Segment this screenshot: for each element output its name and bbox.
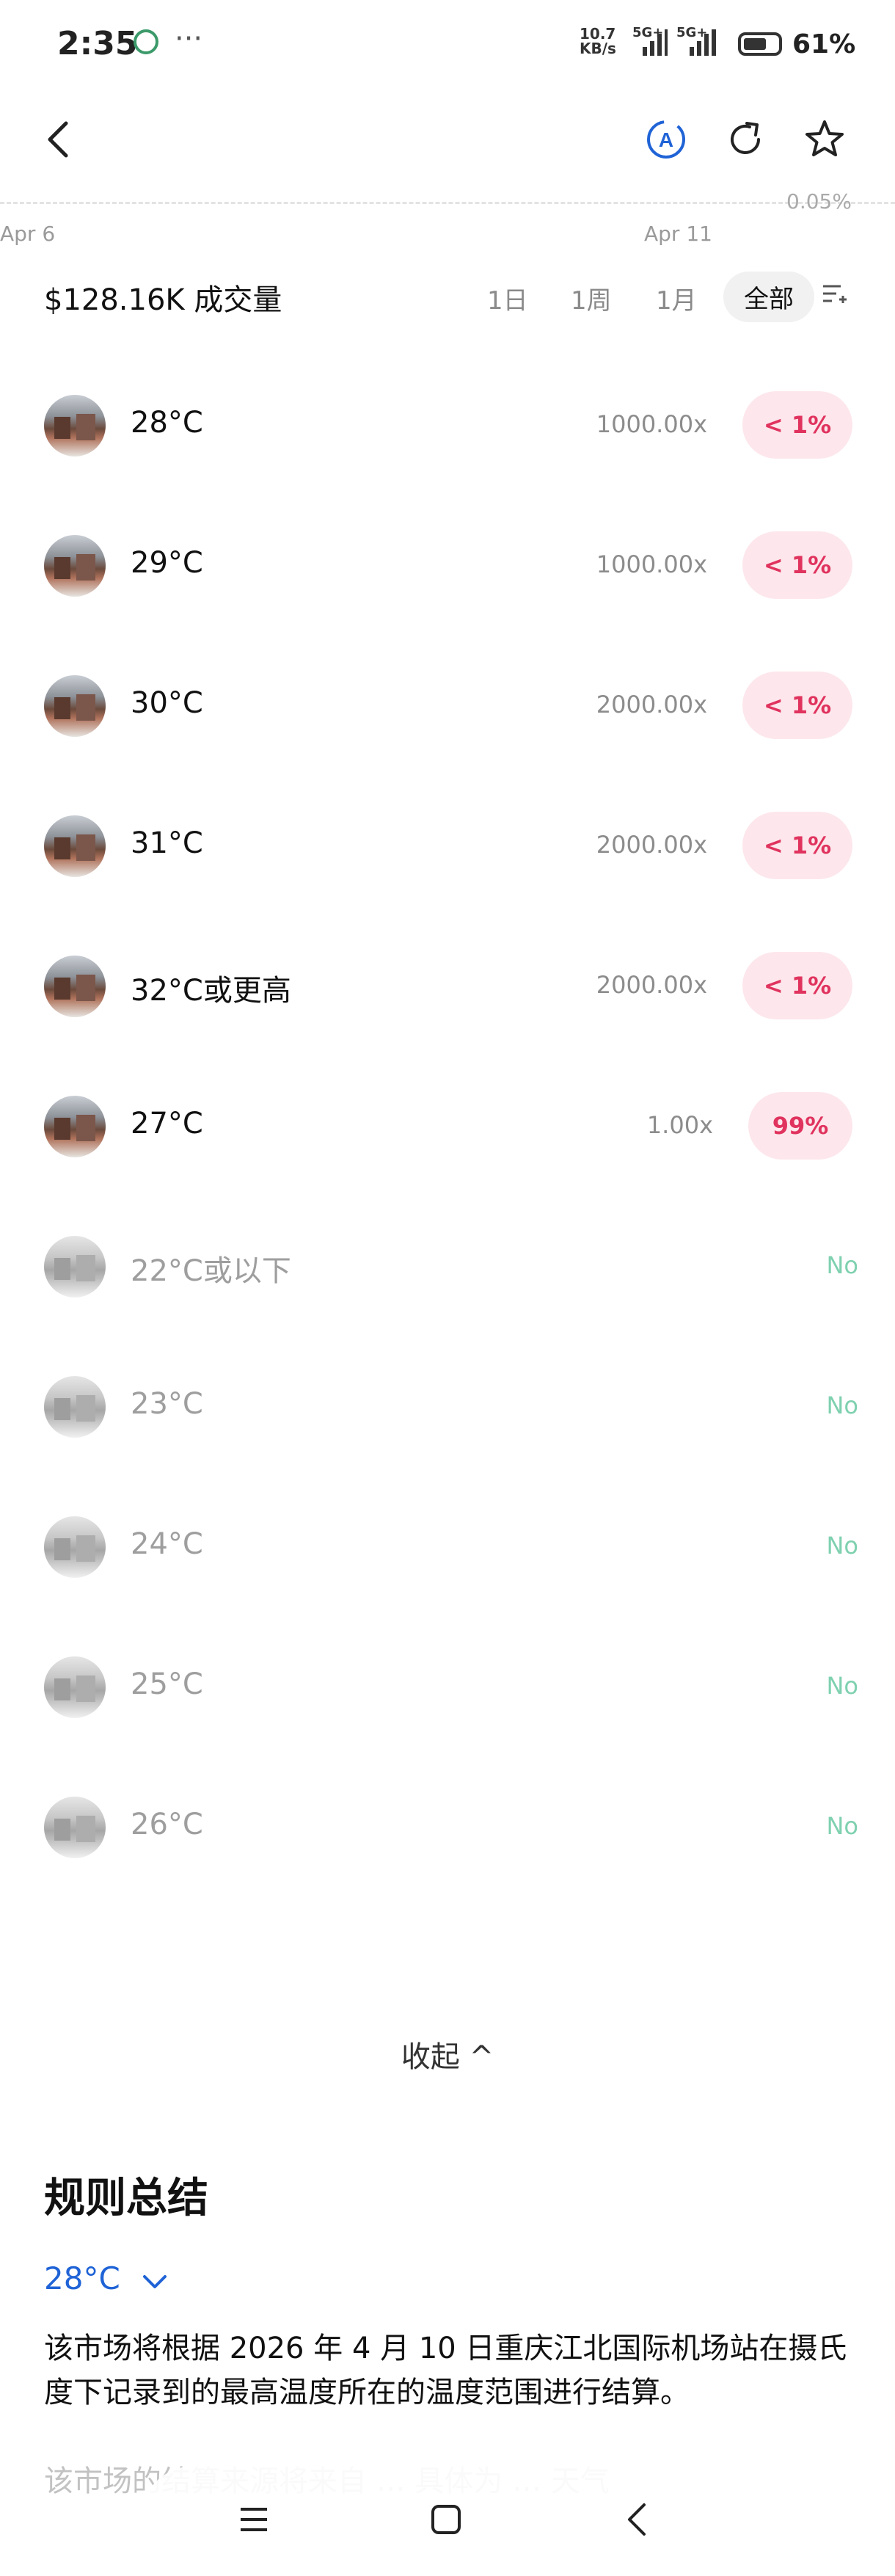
back-nav-icon[interactable]	[618, 2499, 659, 2540]
rules-title: 规则总结	[44, 2175, 208, 2222]
signal-icon	[643, 29, 668, 56]
tab-all[interactable]: 全部	[723, 272, 814, 322]
outcome-avatar	[44, 535, 106, 597]
rules-text: 该市场将根据 2026 年 4 月 10 日重庆江北国际机场站在摄氏度下记录到的…	[44, 2332, 847, 2409]
outcome-result: No	[826, 1251, 858, 1279]
outcome-result: No	[826, 1812, 858, 1840]
outcome-result: No	[826, 1391, 858, 1419]
chevron-down-icon	[143, 2274, 167, 2288]
network-speed: 10.7 KB/s	[580, 26, 616, 56]
outcome-chance-button[interactable]: < 1%	[742, 531, 852, 599]
battery-percent: 61%	[792, 29, 856, 59]
svg-text:A: A	[659, 128, 673, 151]
rules-selected-outcome: 28°C	[44, 2260, 120, 2296]
outcome-result: No	[826, 1672, 858, 1700]
outcome-label: 22°C或以下	[131, 1254, 291, 1288]
outcome-avatar	[44, 675, 106, 737]
filter-icon[interactable]	[822, 280, 848, 307]
outcome-multiplier: 1000.00x	[596, 550, 707, 578]
outcome-row[interactable]: 30°C 2000.00x < 1%	[0, 636, 895, 776]
outcome-avatar	[44, 1516, 106, 1578]
outcome-row[interactable]: 23°C No	[0, 1337, 895, 1477]
outcome-label: 26°C	[131, 1808, 203, 1841]
rules-outcome-select[interactable]: 28°C	[44, 2260, 169, 2296]
outcome-multiplier: 1000.00x	[596, 410, 707, 438]
outcome-avatar	[44, 1376, 106, 1438]
outcome-avatar	[44, 1656, 106, 1718]
translate-icon[interactable]: A	[644, 117, 688, 161]
outcome-avatar	[44, 1236, 106, 1298]
outcome-row[interactable]: 27°C 1.00x 99%	[0, 1057, 895, 1196]
tab-1m[interactable]: 1月	[656, 280, 697, 316]
outcome-label: 27°C	[131, 1107, 203, 1140]
outcome-chance-button[interactable]: < 1%	[742, 952, 852, 1019]
outcome-multiplier: 1.00x	[646, 1111, 713, 1139]
outcome-avatar	[44, 1096, 106, 1157]
collapse-button[interactable]: 收起 ^	[0, 2033, 895, 2075]
outcome-avatar	[44, 1797, 106, 1858]
chart-reference-line	[0, 202, 895, 204]
outcome-chance-button[interactable]: 99%	[748, 1092, 852, 1160]
outcome-row[interactable]: 22°C或以下 No	[0, 1197, 895, 1336]
tab-1w[interactable]: 1周	[571, 280, 612, 316]
outcome-row[interactable]: 29°C 1000.00x < 1%	[0, 496, 895, 636]
outcome-label: 29°C	[131, 546, 203, 580]
status-time: 2:35	[57, 25, 138, 62]
outcome-label: 24°C	[131, 1527, 203, 1561]
outcome-multiplier: 2000.00x	[596, 691, 707, 718]
chart-date-start: Apr 6	[0, 222, 56, 246]
outcome-row[interactable]: 32°C或更高 2000.00x < 1%	[0, 917, 895, 1056]
outcome-avatar	[44, 815, 106, 877]
tab-1d[interactable]: 1日	[487, 280, 528, 316]
outcome-chance-button[interactable]: < 1%	[742, 672, 852, 739]
volume-label: $128.16K 成交量	[44, 283, 282, 317]
status-bar: 2:35 ··· 10.7 KB/s 5G+ 5G+ 61%	[0, 0, 895, 88]
outcome-label: 30°C	[131, 686, 203, 720]
outcome-chance-button[interactable]: < 1%	[742, 812, 852, 879]
app-notification-icon	[134, 29, 158, 54]
speed-value: 10.7	[580, 25, 616, 43]
outcome-row[interactable]: 24°C No	[0, 1477, 895, 1617]
speed-unit: KB/s	[580, 40, 616, 57]
more-notifications-icon: ···	[175, 22, 203, 56]
chart-date-end: Apr 11	[644, 222, 712, 246]
outcome-label: 25°C	[131, 1667, 203, 1701]
back-icon[interactable]	[43, 117, 75, 161]
star-icon[interactable]	[803, 117, 847, 161]
outcome-label: 23°C	[131, 1387, 203, 1421]
chart-axis-label: 0.05%	[786, 189, 852, 214]
outcome-row[interactable]: 26°C No	[0, 1758, 895, 1897]
battery-icon	[738, 32, 782, 56]
outcome-result: No	[826, 1532, 858, 1560]
outcome-avatar	[44, 395, 106, 456]
outcome-row[interactable]: 31°C 2000.00x < 1%	[0, 776, 895, 916]
outcome-multiplier: 2000.00x	[596, 831, 707, 859]
outcome-label: 31°C	[131, 826, 203, 860]
outcome-row[interactable]: 25°C No	[0, 1618, 895, 1757]
menu-icon[interactable]	[233, 2499, 274, 2540]
outcome-label: 32°C或更高	[131, 974, 291, 1008]
signal-icon-2	[690, 29, 716, 56]
outcome-multiplier: 2000.00x	[596, 971, 707, 999]
outcome-chance-button[interactable]: < 1%	[742, 391, 852, 459]
home-icon[interactable]	[425, 2499, 467, 2540]
outcome-row[interactable]: 28°C 1000.00x < 1%	[0, 356, 895, 495]
share-icon[interactable]	[723, 117, 767, 161]
outcome-label: 28°C	[131, 406, 203, 440]
outcome-avatar	[44, 956, 106, 1017]
